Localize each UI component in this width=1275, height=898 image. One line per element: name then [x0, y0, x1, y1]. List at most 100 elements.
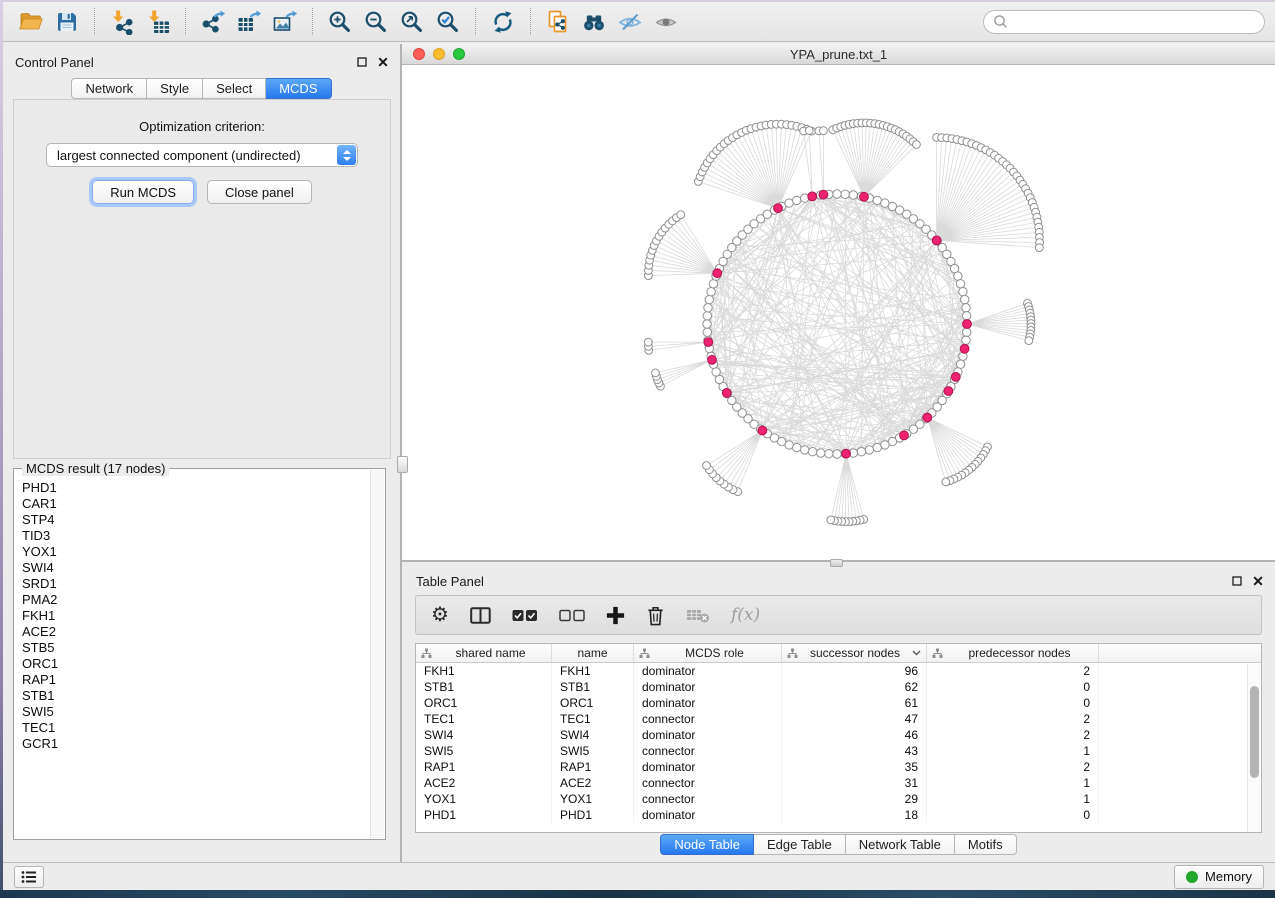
table-row[interactable]: RAP1RAP1dominator352 [416, 759, 1261, 775]
table-cell[interactable]: connector [634, 775, 782, 791]
table-cell[interactable]: 62 [782, 679, 927, 695]
graph-node[interactable] [707, 288, 715, 296]
column-header-shared-name[interactable]: shared name [416, 644, 552, 662]
mcds-result-item[interactable]: TEC1 [16, 720, 369, 736]
mcds-result-item[interactable]: PMA2 [16, 592, 369, 608]
graph-node[interactable] [956, 360, 964, 368]
table-cell[interactable]: ORC1 [416, 695, 552, 711]
graph-leaf-node[interactable] [805, 127, 813, 135]
table-cell[interactable]: ACE2 [416, 775, 552, 791]
graph-node[interactable] [849, 191, 857, 199]
table-cell[interactable]: 46 [782, 727, 927, 743]
tab-select[interactable]: Select [203, 78, 266, 99]
graph-mcds-node[interactable] [842, 449, 851, 458]
graph-node[interactable] [954, 272, 962, 280]
table-cell[interactable]: 31 [782, 775, 927, 791]
table-cell[interactable]: SWI5 [552, 743, 634, 759]
table-cell[interactable]: 2 [927, 711, 1099, 727]
graph-node[interactable] [703, 320, 711, 328]
table-cell[interactable]: 2 [927, 759, 1099, 775]
table-row[interactable]: TEC1TEC1connector472 [416, 711, 1261, 727]
table-cell[interactable]: dominator [634, 727, 782, 743]
table-splitter-handle[interactable] [830, 559, 843, 567]
graph-mcds-node[interactable] [819, 190, 828, 199]
graph-node[interactable] [703, 328, 711, 336]
column-header-name[interactable]: name [552, 644, 634, 662]
graph-node[interactable] [793, 443, 801, 451]
delete-column-icon[interactable] [646, 605, 665, 626]
table-cell[interactable]: 0 [927, 807, 1099, 823]
graph-node[interactable] [962, 304, 970, 312]
graph-node[interactable] [712, 368, 720, 376]
open-session-button[interactable] [13, 7, 49, 37]
table-cell[interactable]: connector [634, 743, 782, 759]
table-cell[interactable]: SWI4 [416, 727, 552, 743]
graph-leaf-node[interactable] [1035, 244, 1043, 252]
network-window-titlebar[interactable]: YPA_prune.txt_1 [402, 44, 1275, 65]
window-close-button[interactable] [413, 48, 425, 60]
table-cell[interactable]: dominator [634, 679, 782, 695]
deselect-all-icon[interactable] [559, 609, 585, 622]
table-cell[interactable]: 35 [782, 759, 927, 775]
graph-node[interactable] [825, 450, 833, 458]
graph-mcds-node[interactable] [708, 355, 717, 364]
search-network-button[interactable] [576, 7, 612, 37]
graph-mcds-node[interactable] [923, 413, 932, 422]
close-table-panel-icon[interactable] [1253, 576, 1263, 586]
graph-node[interactable] [961, 295, 969, 303]
float-table-panel-icon[interactable] [1232, 576, 1242, 586]
graph-leaf-node[interactable] [677, 211, 685, 219]
table-cell[interactable]: STB1 [416, 679, 552, 695]
mcds-result-item[interactable]: ORC1 [16, 656, 369, 672]
mcds-result-item[interactable]: CAR1 [16, 496, 369, 512]
table-row[interactable]: SWI5SWI5connector431 [416, 743, 1261, 759]
table-cell[interactable]: dominator [634, 695, 782, 711]
graph-node[interactable] [833, 190, 841, 198]
mcds-result-item[interactable]: FKH1 [16, 608, 369, 624]
table-cell[interactable]: TEC1 [552, 711, 634, 727]
graph-node[interactable] [793, 196, 801, 204]
window-maximize-button[interactable] [453, 48, 465, 60]
save-session-button[interactable] [49, 7, 85, 37]
import-network-button[interactable] [104, 7, 140, 37]
table-cell[interactable]: 29 [782, 791, 927, 807]
tab-network[interactable]: Network [71, 78, 147, 99]
mcds-result-item[interactable]: STB5 [16, 640, 369, 656]
graph-mcds-node[interactable] [774, 204, 783, 213]
graph-node[interactable] [841, 190, 849, 198]
mcds-result-item[interactable]: STP4 [16, 512, 369, 528]
float-panel-icon[interactable] [357, 57, 367, 67]
tab-edge-table[interactable]: Edge Table [754, 834, 846, 855]
graph-node[interactable] [962, 336, 970, 344]
export-image-button[interactable] [267, 7, 303, 37]
graph-node[interactable] [865, 446, 873, 454]
table-cell[interactable]: PHD1 [416, 807, 552, 823]
table-row[interactable]: STB1STB1dominator620 [416, 679, 1261, 695]
graph-node[interactable] [709, 280, 717, 288]
table-cell[interactable]: PHD1 [552, 807, 634, 823]
table-cell[interactable]: YOX1 [416, 791, 552, 807]
table-cell[interactable]: STB1 [552, 679, 634, 695]
refresh-button[interactable] [485, 7, 521, 37]
run-mcds-button[interactable]: Run MCDS [92, 180, 194, 204]
optimization-criterion-select[interactable]: largest connected component (undirected) [46, 143, 358, 167]
table-cell[interactable]: 1 [927, 775, 1099, 791]
graph-node[interactable] [959, 288, 967, 296]
graph-node[interactable] [833, 450, 841, 458]
table-cell[interactable]: YOX1 [552, 791, 634, 807]
table-cell[interactable]: 2 [927, 727, 1099, 743]
mcds-result-item[interactable]: SWI5 [16, 704, 369, 720]
table-cell[interactable]: connector [634, 711, 782, 727]
hide-selected-button[interactable] [612, 7, 648, 37]
table-cell[interactable]: connector [634, 791, 782, 807]
graph-leaf-node[interactable] [913, 141, 921, 149]
panel-splitter-handle[interactable] [397, 456, 408, 473]
graph-node[interactable] [873, 443, 881, 451]
table-row[interactable]: PHD1PHD1dominator180 [416, 807, 1261, 823]
mcds-result-item[interactable]: SWI4 [16, 560, 369, 576]
copy-network-button[interactable] [540, 7, 576, 37]
tab-style[interactable]: Style [147, 78, 203, 99]
table-cell[interactable]: 1 [927, 743, 1099, 759]
table-scrollbar[interactable] [1247, 664, 1261, 832]
graph-leaf-node[interactable] [942, 478, 950, 486]
